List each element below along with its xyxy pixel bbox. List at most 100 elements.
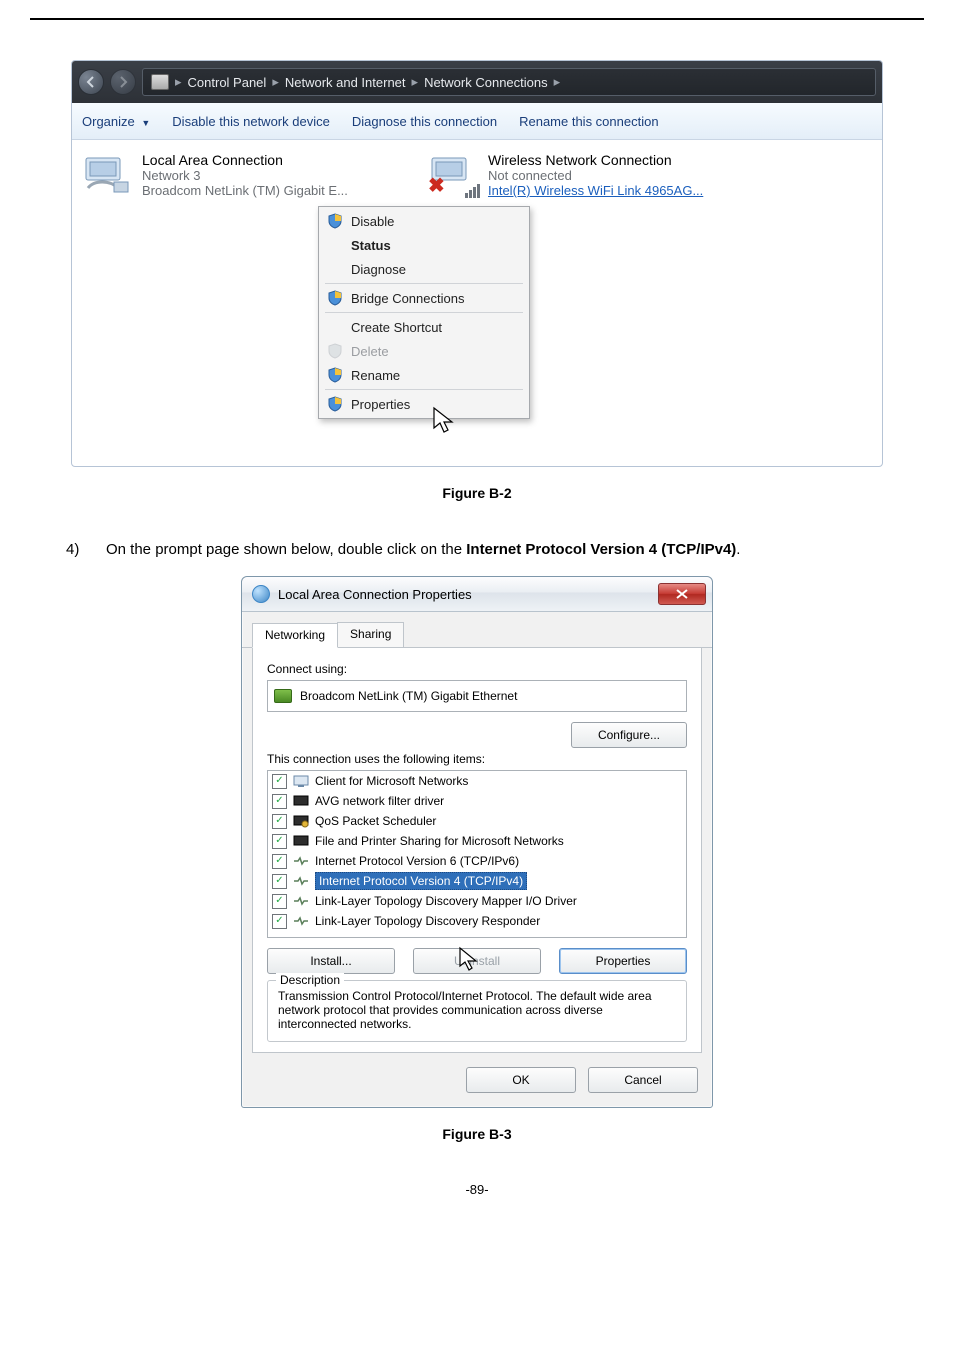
tab-networking[interactable]: Networking <box>252 623 338 648</box>
context-properties[interactable]: Properties <box>321 392 527 416</box>
step-text-after: . <box>736 541 740 558</box>
client-icon <box>293 774 309 788</box>
breadcrumb-item[interactable]: Network Connections <box>424 75 548 90</box>
breadcrumb-item[interactable]: Control Panel <box>188 75 267 90</box>
shield-icon <box>327 343 343 359</box>
items-listbox[interactable]: Client for Microsoft Networks AVG networ… <box>267 770 687 938</box>
item-label: Link-Layer Topology Discovery Responder <box>315 914 540 928</box>
item-label: Internet Protocol Version 6 (TCP/IPv6) <box>315 854 519 868</box>
disable-device-cmd[interactable]: Disable this network device <box>172 114 330 129</box>
properties-dialog: Local Area Connection Properties Network… <box>241 576 713 1108</box>
list-item[interactable]: Link-Layer Topology Discovery Mapper I/O… <box>268 891 686 911</box>
menu-label: Rename <box>351 368 400 383</box>
properties-button[interactable]: Properties <box>559 948 687 974</box>
step-4: 4) On the prompt page shown below, doubl… <box>66 541 924 558</box>
shield-icon <box>327 367 343 383</box>
networking-panel: Connect using: Broadcom NetLink (TM) Gig… <box>252 648 702 1053</box>
protocol-icon <box>293 894 309 908</box>
cursor-icon <box>432 406 456 436</box>
list-item-selected[interactable]: Internet Protocol Version 4 (TCP/IPv4) <box>268 871 686 891</box>
wireless-adapter-icon: ✖ <box>430 152 478 196</box>
checkbox[interactable] <box>272 774 287 789</box>
adapter-name: Wireless Network Connection <box>488 152 703 168</box>
ethernet-adapter-icon <box>84 152 132 196</box>
adapter-status: Network 3 <box>142 168 348 183</box>
diagnose-connection-cmd[interactable]: Diagnose this connection <box>352 114 497 129</box>
list-item[interactable]: Internet Protocol Version 6 (TCP/IPv6) <box>268 851 686 871</box>
context-bridge[interactable]: Bridge Connections <box>321 286 527 310</box>
list-item[interactable]: Link-Layer Topology Discovery Responder <box>268 911 686 931</box>
shield-icon <box>327 213 343 229</box>
adapter-device: Intel(R) Wireless WiFi Link 4965AG... <box>488 183 703 198</box>
explorer-window: ▸ Control Panel ▸ Network and Internet ▸… <box>71 60 883 467</box>
close-button[interactable] <box>658 583 706 605</box>
organize-label: Organize <box>82 114 135 129</box>
back-button[interactable] <box>78 69 104 95</box>
shield-icon <box>327 290 343 306</box>
chevron-down-icon: ▼ <box>141 118 150 128</box>
context-rename[interactable]: Rename <box>321 363 527 387</box>
menu-label: Disable <box>351 214 394 229</box>
ok-button[interactable]: OK <box>466 1067 576 1093</box>
adapter-text: Wireless Network Connection Not connecte… <box>488 152 703 198</box>
description-legend: Description <box>276 973 344 987</box>
menu-label: Delete <box>351 344 389 359</box>
list-item[interactable]: AVG network filter driver <box>268 791 686 811</box>
page-number: -89- <box>30 1182 924 1197</box>
list-item[interactable]: QoS Packet Scheduler <box>268 811 686 831</box>
context-shortcut[interactable]: Create Shortcut <box>321 315 527 339</box>
signal-bars-icon <box>465 184 480 198</box>
adapter-status: Not connected <box>488 168 703 183</box>
step-text-bold: Internet Protocol Version 4 (TCP/IPv4) <box>466 541 736 558</box>
install-button[interactable]: Install... <box>267 948 395 974</box>
item-label: Internet Protocol Version 4 (TCP/IPv4) <box>315 872 527 890</box>
checkbox[interactable] <box>272 874 287 889</box>
adapter-text: Local Area Connection Network 3 Broadcom… <box>142 152 348 198</box>
app-icon <box>252 585 270 603</box>
uses-items-label: This connection uses the following items… <box>267 752 687 766</box>
breadcrumb-sep: ▸ <box>272 74 279 90</box>
menu-label: Diagnose <box>351 262 406 277</box>
service-icon <box>293 794 309 808</box>
cursor-icon <box>458 946 480 972</box>
checkbox[interactable] <box>272 834 287 849</box>
context-menu: Disable Status Diagnose Bridge Connectio… <box>318 206 530 419</box>
checkbox[interactable] <box>272 914 287 929</box>
forward-button[interactable] <box>110 69 136 95</box>
rename-connection-cmd[interactable]: Rename this connection <box>519 114 658 129</box>
protocol-icon <box>293 874 309 888</box>
tab-sharing[interactable]: Sharing <box>337 622 404 647</box>
checkbox[interactable] <box>272 854 287 869</box>
tab-strip: Networking Sharing <box>242 614 712 648</box>
item-label: AVG network filter driver <box>315 794 444 808</box>
device-field: Broadcom NetLink (TM) Gigabit Ethernet <box>267 680 687 712</box>
item-label: Client for Microsoft Networks <box>315 774 468 788</box>
breadcrumb-sep: ▸ <box>175 74 182 90</box>
menu-label: Properties <box>351 397 410 412</box>
menu-label: Create Shortcut <box>351 320 442 335</box>
checkbox[interactable] <box>272 814 287 829</box>
adapter-name: Local Area Connection <box>142 152 348 168</box>
configure-button[interactable]: Configure... <box>571 722 687 748</box>
address-bar[interactable]: ▸ Control Panel ▸ Network and Internet ▸… <box>142 68 876 96</box>
connect-using-label: Connect using: <box>267 662 687 676</box>
context-disable[interactable]: Disable <box>321 209 527 233</box>
organize-menu[interactable]: Organize ▼ <box>82 114 150 129</box>
context-delete: Delete <box>321 339 527 363</box>
item-label: Link-Layer Topology Discovery Mapper I/O… <box>315 894 577 908</box>
cancel-button[interactable]: Cancel <box>588 1067 698 1093</box>
description-group: Description Transmission Control Protoco… <box>267 980 687 1042</box>
checkbox[interactable] <box>272 794 287 809</box>
context-diagnose[interactable]: Diagnose <box>321 257 527 281</box>
explorer-nav-bar: ▸ Control Panel ▸ Network and Internet ▸… <box>72 61 882 103</box>
step-text-before: On the prompt page shown below, double c… <box>106 541 466 558</box>
breadcrumb-item[interactable]: Network and Internet <box>285 75 406 90</box>
breadcrumb-sep: ▸ <box>554 74 561 90</box>
description-text: Transmission Control Protocol/Internet P… <box>278 989 676 1031</box>
connections-pane: Local Area Connection Network 3 Broadcom… <box>72 140 882 466</box>
step-number: 4) <box>66 541 84 558</box>
context-status[interactable]: Status <box>321 233 527 257</box>
checkbox[interactable] <box>272 894 287 909</box>
list-item[interactable]: File and Printer Sharing for Microsoft N… <box>268 831 686 851</box>
list-item[interactable]: Client for Microsoft Networks <box>268 771 686 791</box>
